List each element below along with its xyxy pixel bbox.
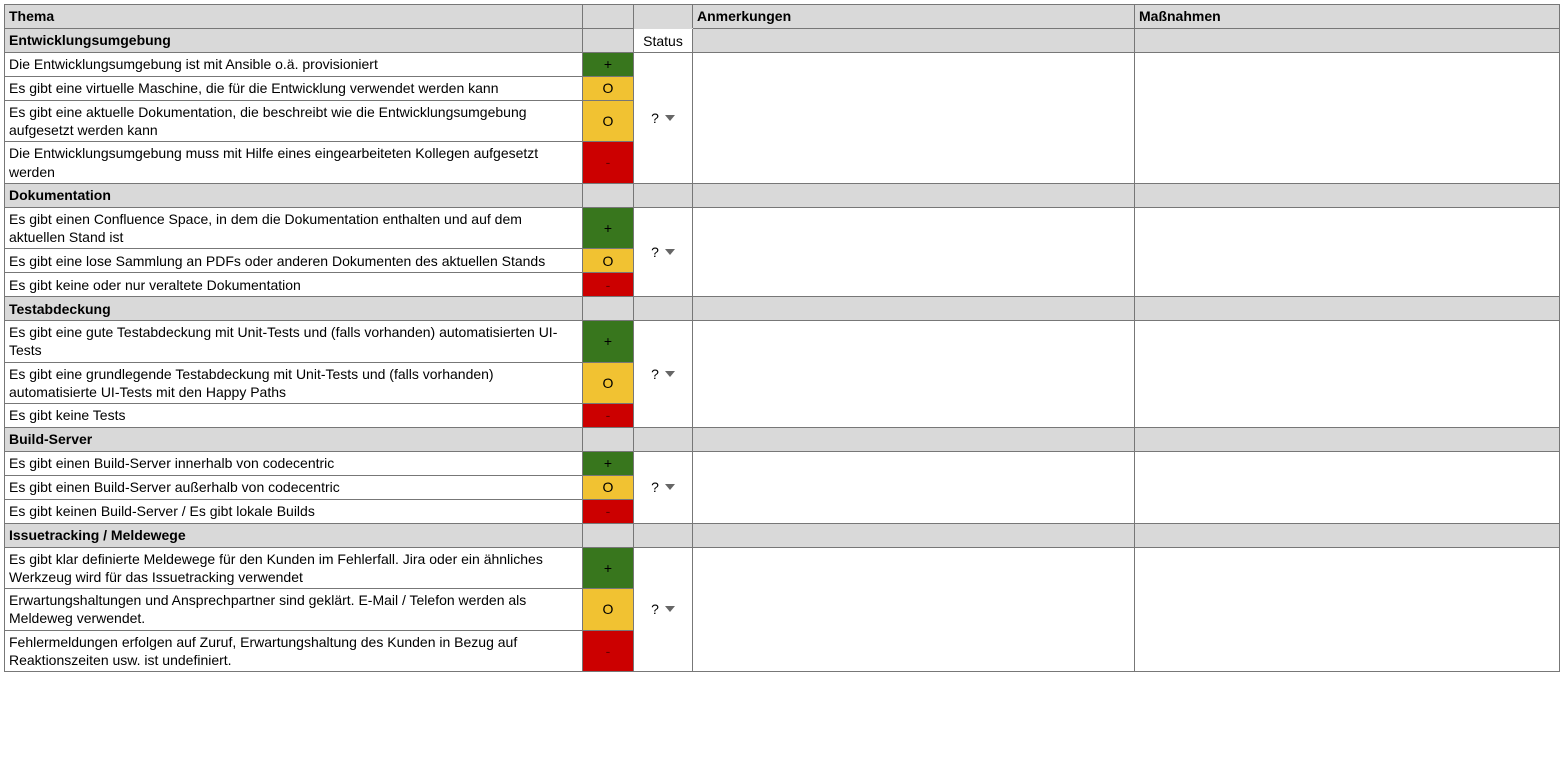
massnahmen-cell[interactable] (1135, 321, 1560, 428)
section-status-blank (634, 297, 693, 321)
item-text: Die Entwicklungsumgebung ist mit Ansible… (9, 56, 378, 72)
section-rag-blank (583, 523, 634, 547)
col-header-status-blank (634, 5, 693, 29)
anmerkungen-cell[interactable] (693, 321, 1135, 428)
col-header-thema: Thema (9, 8, 54, 24)
section-title: Issuetracking / Meldewege (9, 527, 186, 543)
section-rag-blank (583, 427, 634, 451)
massnahmen-cell[interactable] (1135, 207, 1560, 296)
item-text: Es gibt keine Tests (9, 407, 125, 423)
section-status-blank (634, 523, 693, 547)
item-text: Erwartungshaltungen und Ansprechpartner … (9, 592, 526, 626)
item-text: Es gibt eine grundlegende Testabdeckung … (9, 366, 494, 400)
section-anm-blank (693, 29, 1135, 53)
massnahmen-cell[interactable] (1135, 451, 1560, 523)
section-mass-blank (1135, 183, 1560, 207)
item-text: Die Entwicklungsumgebung muss mit Hilfe … (9, 145, 538, 179)
section-rag-blank (583, 297, 634, 321)
rag-cell: O (583, 101, 634, 142)
item-text: Es gibt eine gute Testabdeckung mit Unit… (9, 324, 557, 358)
chevron-down-icon[interactable] (665, 249, 675, 255)
chevron-down-icon[interactable] (665, 371, 675, 377)
rag-cell: - (583, 273, 634, 297)
section-title: Entwicklungsumgebung (9, 32, 171, 48)
anmerkungen-cell[interactable] (693, 547, 1135, 671)
status-column-label: Status (643, 33, 683, 49)
item-text: Es gibt eine aktuelle Dokumentation, die… (9, 104, 527, 138)
rag-cell: + (583, 451, 634, 475)
chevron-down-icon[interactable] (665, 115, 675, 121)
rag-cell: + (583, 321, 634, 362)
status-dropdown[interactable]: ? (634, 451, 693, 523)
section-rag-blank (583, 29, 634, 53)
item-text: Es gibt eine lose Sammlung an PDFs oder … (9, 253, 545, 269)
rag-cell: + (583, 53, 634, 77)
status-value: ? (651, 600, 659, 618)
item-text: Es gibt einen Build-Server außerhalb von… (9, 479, 340, 495)
rag-cell: - (583, 630, 634, 671)
status-dropdown[interactable]: ? (634, 321, 693, 428)
section-status-blank (634, 427, 693, 451)
section-mass-blank (1135, 523, 1560, 547)
rag-cell: + (583, 547, 634, 588)
section-rag-blank (583, 183, 634, 207)
section-anm-blank (693, 297, 1135, 321)
section-anm-blank (693, 183, 1135, 207)
status-value: ? (651, 478, 659, 496)
chevron-down-icon[interactable] (665, 484, 675, 490)
rag-cell: O (583, 77, 634, 101)
assessment-table: Thema Anmerkungen Maßnahmen Entwicklungsumg… (4, 4, 1560, 672)
item-text: Fehlermeldungen erfolgen auf Zuruf, Erwa… (9, 634, 517, 668)
section-mass-blank (1135, 427, 1560, 451)
status-value: ? (651, 365, 659, 383)
item-text: Es gibt keinen Build-Server / Es gibt lo… (9, 503, 315, 519)
col-header-massnahmen: Maßnahmen (1139, 8, 1221, 24)
item-text: Es gibt einen Build-Server innerhalb von… (9, 455, 334, 471)
section-title: Testabdeckung (9, 301, 111, 317)
status-value: ? (651, 109, 659, 127)
chevron-down-icon[interactable] (665, 606, 675, 612)
section-mass-blank (1135, 297, 1560, 321)
rag-cell: + (583, 207, 634, 248)
rag-cell: - (583, 499, 634, 523)
rag-cell: O (583, 249, 634, 273)
section-anm-blank (693, 427, 1135, 451)
anmerkungen-cell[interactable] (693, 451, 1135, 523)
section-mass-blank (1135, 29, 1560, 53)
rag-cell: - (583, 403, 634, 427)
rag-cell: - (583, 142, 634, 183)
item-text: Es gibt einen Confluence Space, in dem d… (9, 211, 522, 245)
col-header-rag-blank (583, 5, 634, 29)
rag-cell: O (583, 589, 634, 630)
rag-cell: O (583, 362, 634, 403)
status-dropdown[interactable]: ? (634, 547, 693, 671)
item-text: Es gibt eine virtuelle Maschine, die für… (9, 80, 499, 96)
section-anm-blank (693, 523, 1135, 547)
section-title: Build-Server (9, 431, 92, 447)
massnahmen-cell[interactable] (1135, 53, 1560, 184)
section-title: Dokumentation (9, 187, 111, 203)
anmerkungen-cell[interactable] (693, 207, 1135, 296)
item-text: Es gibt klar definierte Meldewege für de… (9, 551, 543, 585)
status-dropdown[interactable]: ? (634, 207, 693, 296)
rag-cell: O (583, 475, 634, 499)
col-header-anmerkungen: Anmerkungen (697, 8, 791, 24)
status-value: ? (651, 243, 659, 261)
status-dropdown[interactable]: ? (634, 53, 693, 184)
anmerkungen-cell[interactable] (693, 53, 1135, 184)
item-text: Es gibt keine oder nur veraltete Dokumen… (9, 277, 301, 293)
section-status-blank (634, 183, 693, 207)
massnahmen-cell[interactable] (1135, 547, 1560, 671)
